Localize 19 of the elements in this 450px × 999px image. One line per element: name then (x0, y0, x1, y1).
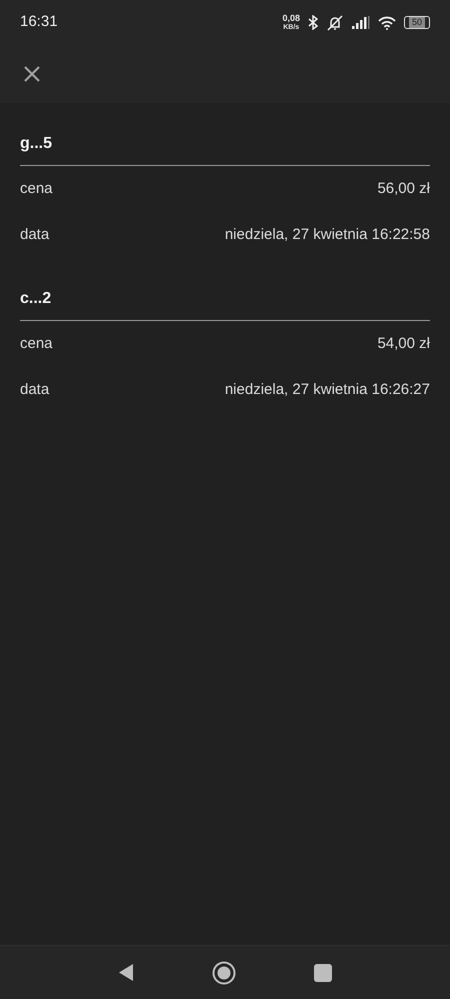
field-label: data (20, 224, 50, 245)
field-value: 54,00 zł (377, 334, 430, 354)
section-title: c...2 (20, 289, 52, 309)
home-icon[interactable] (212, 960, 236, 984)
field-value: niedziela, 27 kwietnia 16:26:27 (224, 380, 430, 400)
muted-bell-icon (326, 14, 344, 30)
field-label: cena (20, 334, 53, 354)
bluetooth-icon (308, 15, 318, 30)
battery-icon: 50 (404, 16, 430, 29)
signal-icon (352, 16, 370, 29)
back-icon[interactable] (118, 963, 134, 982)
wifi-icon (378, 16, 396, 30)
field-label: data (20, 380, 50, 400)
status-time: 16:31 (20, 12, 58, 32)
section-title: g...5 (20, 134, 54, 154)
recents-icon[interactable] (314, 964, 332, 982)
field-label: cena (20, 178, 53, 199)
field-value: 56,00 zł (377, 178, 430, 199)
field-value: niedziela, 27 kwietnia 16:22:58 (224, 224, 430, 245)
